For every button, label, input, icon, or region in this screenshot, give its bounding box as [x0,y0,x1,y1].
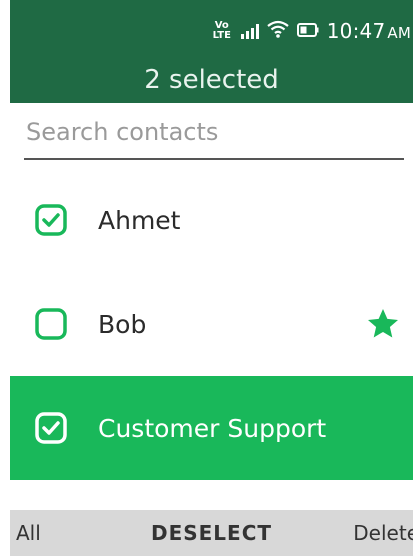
volte-icon: Vo LTE [212,20,231,41]
contact-name: Ahmet [98,205,181,235]
battery-icon [296,22,319,41]
checkbox-checked-icon[interactable] [34,411,68,445]
page-title: 2 selected [144,65,279,95]
screen-bezel [0,0,10,556]
search-input[interactable] [24,112,406,146]
star-icon [365,306,401,342]
clock: 10:47 AM [326,19,411,43]
contact-row-bob[interactable]: Bob [10,272,413,376]
checkbox-checked-icon[interactable] [34,203,68,237]
contact-name: Customer Support [98,413,327,443]
softkey-right-delete[interactable]: Delete [353,521,413,545]
wifi-icon [267,20,289,42]
header: Vo LTE 10:47 AM 2 selected [10,0,413,103]
status-bar: Vo LTE 10:47 AM [211,16,413,46]
app-screen: Vo LTE 10:47 AM 2 selected Search contac… [10,0,413,556]
softkey-bar: All DESELECT Delete [10,510,413,556]
contact-row-ahmet[interactable]: Ahmet [10,168,413,272]
checkbox-unchecked-icon[interactable] [34,307,68,341]
contact-list: Ahmet Bob Customer Support [10,168,413,520]
signal-icon [240,23,259,39]
search-field[interactable] [24,112,406,160]
contact-row-customer-support[interactable]: Customer Support [10,376,413,480]
contact-name: Bob [98,309,147,339]
